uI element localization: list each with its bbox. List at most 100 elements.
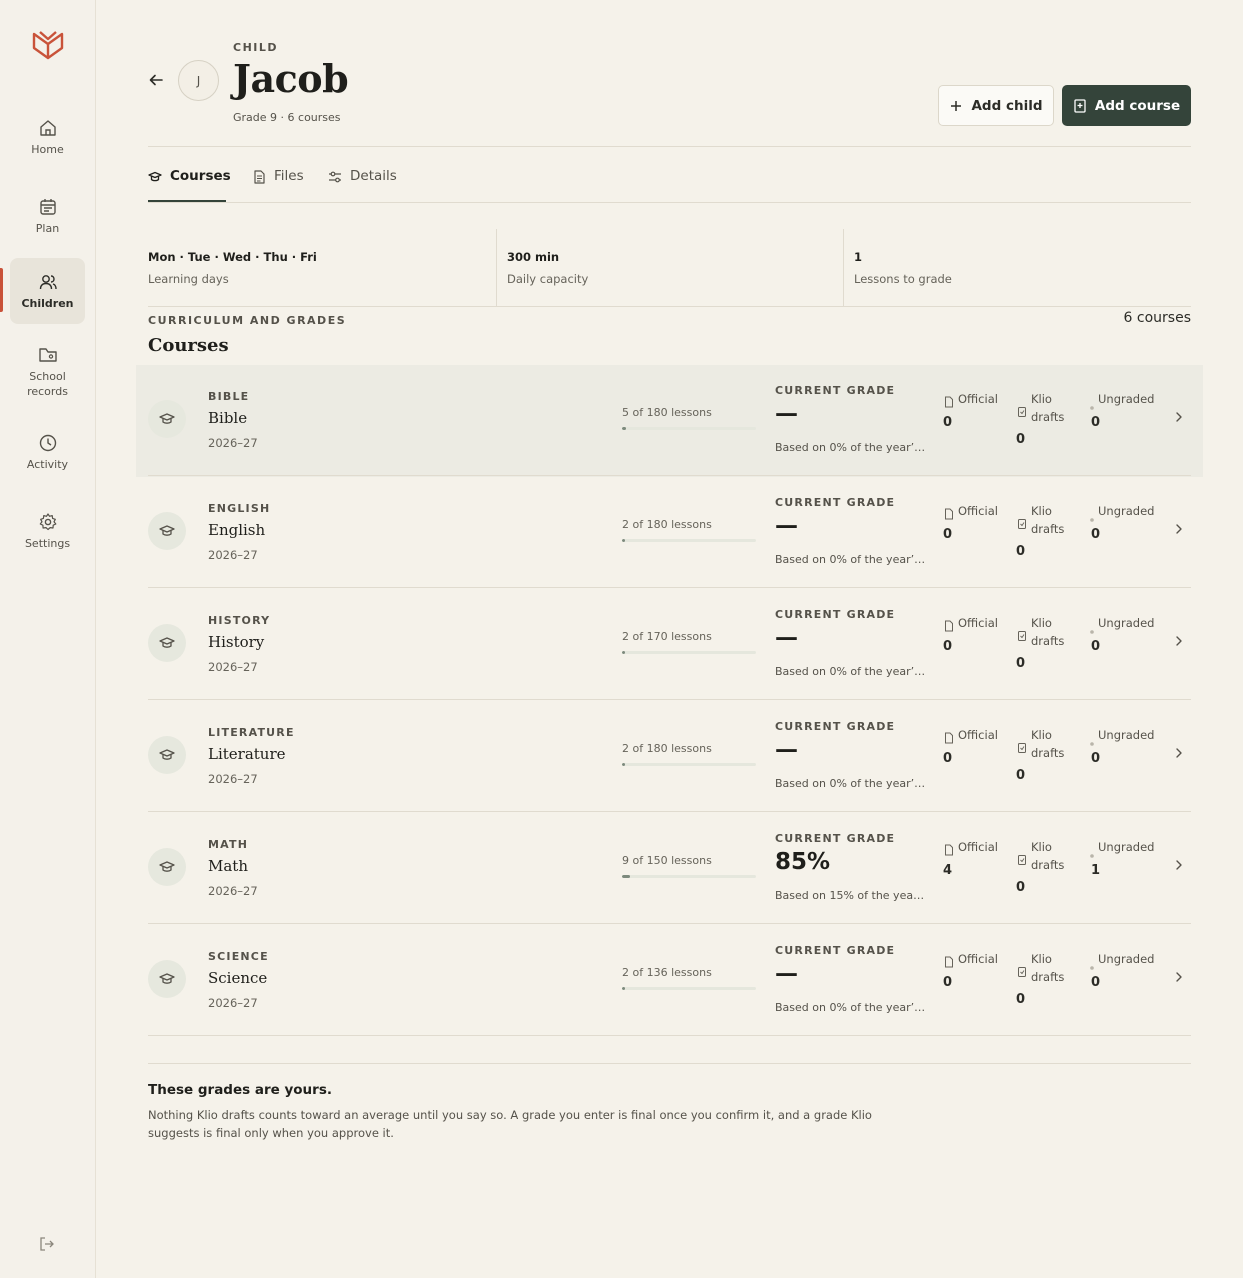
- tab-courses[interactable]: Courses: [148, 168, 231, 202]
- course-name: History: [208, 633, 265, 651]
- ungraded-label: Ungraded: [1098, 392, 1155, 406]
- nav-item-activity[interactable]: Activity: [10, 419, 85, 485]
- graduation-cap-icon: [148, 171, 162, 182]
- users-icon: [39, 274, 57, 289]
- course-row[interactable]: SCIENCE Science 2026–27 2 of 136 lessons CUR…: [148, 925, 1191, 1037]
- nav-label: Settings: [24, 536, 71, 550]
- plus-icon: [951, 100, 962, 111]
- ungraded-label: Ungraded: [1098, 616, 1155, 630]
- nav-label: Plan: [35, 221, 60, 235]
- progress-bar: [622, 427, 756, 430]
- book-plus-icon: [1074, 98, 1086, 113]
- dot-icon: [1089, 844, 1095, 863]
- nav-item-settings[interactable]: Settings: [10, 498, 85, 564]
- course-tag: BIBLE: [208, 390, 250, 403]
- official-count: 0: [943, 751, 953, 766]
- drafts-count: 0: [1016, 544, 1026, 559]
- row-divider: [148, 699, 1191, 700]
- graduation-cap-icon: [159, 525, 175, 536]
- progress-bar: [622, 539, 756, 542]
- course-row-content: BIBLE Bible 2026–27 5 of 180 lessons CURRENT…: [148, 365, 1191, 477]
- document-icon: [944, 393, 954, 412]
- stat-label: Daily capacity: [507, 272, 589, 286]
- document-icon: [254, 170, 265, 184]
- course-row[interactable]: BIBLE Bible 2026–27 5 of 180 lessons CURRENT…: [136, 365, 1203, 477]
- course-row[interactable]: MATH Math 2026–27 9 of 150 lessons CURRENT G…: [148, 813, 1191, 925]
- drafts-label-line2: drafts: [1031, 522, 1065, 536]
- course-row[interactable]: LITERATURE Literature 2026–27 2 of 180 less…: [148, 701, 1191, 813]
- avatar: J: [178, 60, 219, 101]
- back-arrow-icon[interactable]: [148, 72, 164, 88]
- course-row[interactable]: HISTORY History 2026–27 2 of 170 lessons CUR…: [148, 589, 1191, 701]
- course-year: 2026–27: [208, 884, 258, 898]
- grade-label: CURRENT GRADE: [775, 608, 896, 621]
- nav-item-children[interactable]: Children: [10, 258, 85, 324]
- nav-item-plan[interactable]: Plan: [10, 183, 85, 249]
- drafts-label-line2: drafts: [1031, 858, 1065, 872]
- course-year: 2026–27: [208, 996, 258, 1010]
- course-row[interactable]: ENGLISH English 2026–27 2 of 180 lessons CUR…: [148, 477, 1191, 589]
- official-count: 0: [943, 639, 953, 654]
- stat-divider: [843, 229, 844, 306]
- draft-icon: [1017, 739, 1027, 758]
- add-course-button[interactable]: Add course: [1062, 85, 1191, 126]
- drafts-count: 0: [1016, 656, 1026, 671]
- grade-label: CURRENT GRADE: [775, 496, 896, 509]
- add-child-button[interactable]: Add child: [938, 85, 1054, 126]
- page-eyebrow: CHILD: [233, 41, 279, 54]
- nav-label: Children: [21, 296, 74, 310]
- add-course-label: Add course: [1094, 97, 1181, 114]
- grade-label: CURRENT GRADE: [775, 720, 896, 733]
- grade-basis: Based on 15% of the year’…: [775, 889, 927, 902]
- official-label: Official: [958, 952, 998, 966]
- official-count: 0: [943, 415, 953, 430]
- logout-icon[interactable]: [38, 1235, 56, 1253]
- tab-label: Courses: [170, 168, 231, 184]
- progress-fill: [622, 539, 625, 542]
- progress-fill: [622, 763, 625, 766]
- ungraded-label: Ungraded: [1098, 952, 1155, 966]
- document-icon: [944, 953, 954, 972]
- course-row-content: HISTORY History 2026–27 2 of 170 lessons CUR…: [148, 589, 1191, 701]
- home-icon: [39, 119, 56, 136]
- dot-icon: [1089, 732, 1095, 751]
- document-icon: [944, 841, 954, 860]
- drafts-count: 0: [1016, 880, 1026, 895]
- grade-label: CURRENT GRADE: [775, 944, 896, 957]
- tab-label: Files: [274, 168, 304, 184]
- course-year: 2026–27: [208, 660, 258, 674]
- stat-value: 300 min: [507, 250, 560, 264]
- clock-icon: [39, 434, 56, 451]
- progress-bar: [622, 875, 756, 878]
- progress-text: 9 of 150 lessons: [622, 854, 712, 867]
- course-name: Science: [208, 969, 268, 987]
- grade-label: CURRENT GRADE: [775, 384, 896, 397]
- course-name: English: [208, 521, 266, 539]
- course-icon: [148, 736, 186, 774]
- official-count: 0: [943, 975, 953, 990]
- progress-fill: [622, 875, 630, 878]
- nav-item-home[interactable]: Home: [10, 104, 85, 170]
- section-eyebrow: CURRICULUM AND GRADES: [148, 314, 347, 327]
- grade-basis: Based on 0% of the year’s…: [775, 777, 927, 790]
- grade-value: —: [775, 737, 798, 763]
- drafts-count: 0: [1016, 992, 1026, 1007]
- nav-label: Home: [31, 142, 64, 156]
- official-count: 0: [943, 527, 953, 542]
- ungraded-label: Ungraded: [1098, 728, 1155, 742]
- draft-icon: [1017, 627, 1027, 646]
- grade-basis: Based on 0% of the year’s…: [775, 665, 927, 678]
- drafts-label-line1: Klio: [1031, 840, 1052, 854]
- progress-bar: [622, 651, 756, 654]
- logo-icon[interactable]: [30, 26, 66, 62]
- tab-files[interactable]: Files: [252, 168, 304, 202]
- drafts-label-line1: Klio: [1031, 616, 1052, 630]
- course-icon: [148, 960, 186, 998]
- page-title: Jacob: [233, 56, 349, 101]
- grade-value: —: [775, 625, 798, 651]
- ungraded-label: Ungraded: [1098, 504, 1155, 518]
- tab-details[interactable]: Details: [328, 168, 397, 202]
- progress-text: 2 of 170 lessons: [622, 630, 712, 643]
- drafts-label-line1: Klio: [1031, 728, 1052, 742]
- nav-item-school-records[interactable]: School records: [10, 338, 85, 406]
